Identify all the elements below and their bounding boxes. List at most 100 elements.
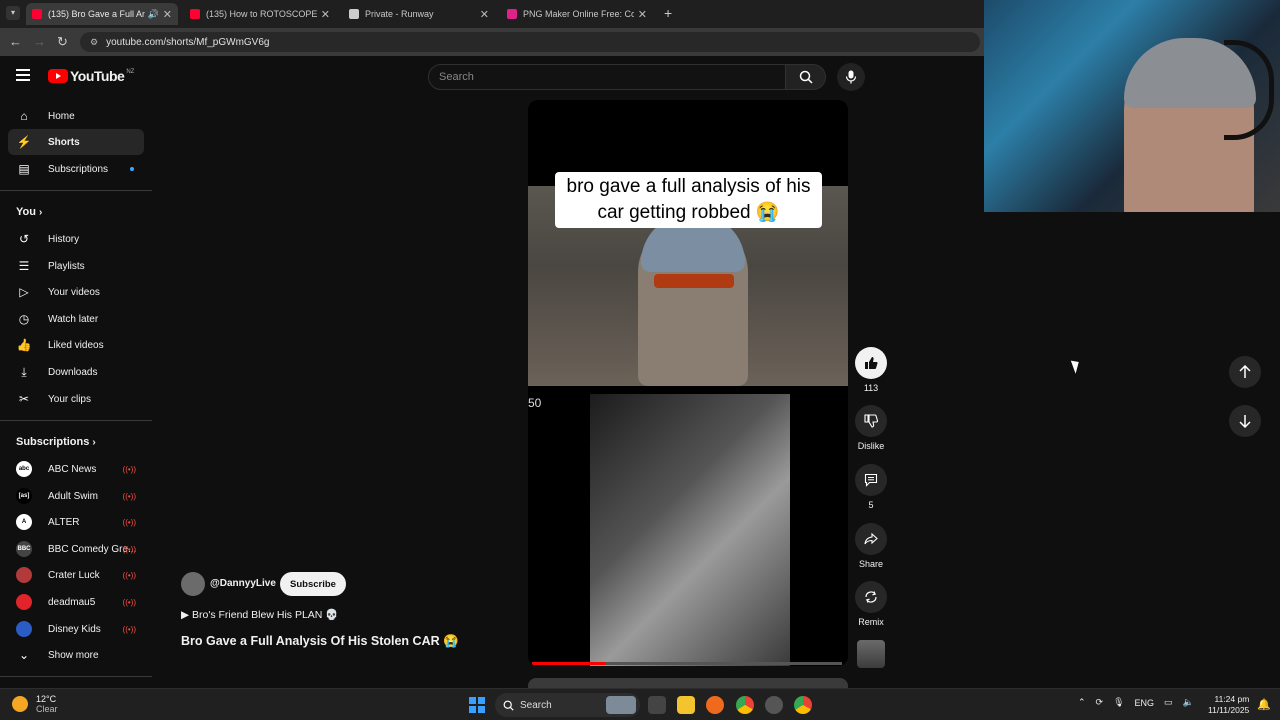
video-progress-bar[interactable] — [532, 662, 842, 665]
video-progress-fill — [532, 662, 607, 665]
close-tab-icon[interactable]: ✕ — [321, 8, 330, 21]
search-input[interactable]: Search — [428, 64, 786, 90]
app-icon[interactable] — [706, 696, 724, 714]
remix-action[interactable]: Remix — [855, 581, 887, 627]
clips-icon: ✂ — [18, 392, 30, 406]
network-icon[interactable]: ▭ — [1164, 697, 1173, 708]
clock[interactable]: 11:24 pm 11/11/2025 — [1208, 694, 1249, 716]
sidebar-item-history[interactable]: ↺ History — [8, 226, 144, 252]
arrow-down-icon — [1239, 415, 1251, 428]
language-indicator[interactable]: ENG — [1135, 698, 1155, 708]
sync-icon[interactable]: ⟳ — [1096, 697, 1104, 708]
reload-icon[interactable]: ↻ — [57, 34, 68, 50]
sunglasses-shape — [654, 274, 734, 288]
share-action[interactable]: Share — [855, 523, 887, 569]
address-bar[interactable]: ⚙ youtube.com/shorts/Mf_pGWmGV6g — [80, 32, 980, 52]
sidebar-item-label: deadmau5 — [48, 596, 96, 608]
voice-search-button[interactable] — [837, 63, 865, 91]
like-button[interactable] — [855, 347, 887, 379]
close-tab-icon[interactable]: ✕ — [638, 8, 647, 21]
weather-widget[interactable]: 12°C Clear — [12, 694, 58, 714]
previous-short-button-overlay[interactable] — [1229, 356, 1261, 388]
task-view-icon[interactable] — [648, 696, 666, 714]
taskbar-search[interactable]: Search — [495, 693, 640, 717]
subscribe-button[interactable]: Subscribe — [280, 572, 346, 596]
chrome-active-icon[interactable] — [794, 696, 812, 714]
site-info-icon[interactable]: ⚙ — [90, 37, 98, 48]
logo-text: YouTube — [70, 68, 125, 84]
youtube-logo[interactable]: YouTube NZ — [48, 68, 134, 84]
sidebar-item-label: Disney Kids — [48, 623, 101, 635]
sidebar-item-liked-videos[interactable]: 👍 Liked videos — [8, 332, 144, 358]
channel-avatar: A — [16, 514, 32, 530]
browser-tab-active[interactable]: (135) Bro Gave a Full Analy 🔊 ✕ — [26, 3, 178, 25]
live-icon: ((•)) — [122, 517, 136, 527]
sidebar-channel-abc-news[interactable]: abc ABC News ((•)) — [8, 456, 144, 482]
sidebar-channel-crater-luck[interactable]: Crater Luck ((•)) — [8, 562, 144, 588]
you-section-heading[interactable]: You › — [16, 206, 42, 218]
sidebar-item-shorts[interactable]: ⚡ Shorts — [8, 129, 144, 155]
sidebar-channel-deadmau5[interactable]: deadmau5 ((•)) — [8, 589, 144, 615]
arrow-up-icon — [1239, 365, 1251, 378]
sidebar-item-watch-later[interactable]: ◷ Watch later — [8, 306, 144, 332]
comments-button[interactable] — [855, 464, 887, 496]
short-video-player[interactable]: bro gave a full analysis of his car gett… — [528, 100, 848, 666]
channel-name[interactable]: @DannyyLive — [210, 578, 276, 589]
chevron-up-icon[interactable]: ⌃ — [1078, 697, 1086, 708]
thumbs-up-icon — [865, 357, 878, 369]
page-background — [984, 212, 1280, 688]
speaker-icon[interactable]: 🔊 — [148, 9, 159, 20]
show-more-button[interactable]: ⌄ Show more — [8, 642, 144, 668]
sidebar-item-your-clips[interactable]: ✂ Your clips — [8, 386, 144, 412]
sidebar-channel-bbc-comedy[interactable]: BBC BBC Comedy Gre... ((•)) — [8, 536, 144, 562]
browser-toolbar: ← → ↻ ⚙ youtube.com/shorts/Mf_pGWmGV6g — [0, 28, 984, 56]
windows-start-icon[interactable] — [469, 697, 485, 713]
forward-arrow-icon[interactable]: → — [33, 34, 46, 49]
like-action[interactable]: 113 — [855, 347, 887, 393]
close-tab-icon[interactable]: ✕ — [163, 8, 172, 21]
weather-moon-icon — [12, 696, 28, 712]
sidebar-item-subscriptions[interactable]: ▤ Subscriptions — [8, 156, 144, 182]
dislike-action[interactable]: Dislike — [855, 405, 887, 451]
sidebar-item-label: ABC News — [48, 463, 97, 475]
browser-tab[interactable]: (135) How to ROTOSCOPE / MA ✕ — [184, 3, 336, 25]
dislike-button[interactable] — [855, 405, 887, 437]
tab-list-button[interactable]: ▾ — [6, 6, 20, 20]
sidebar-item-playlists[interactable]: ☰ Playlists — [8, 253, 144, 279]
live-icon: ((•)) — [122, 464, 136, 474]
notifications-icon[interactable]: 🔔 — [1257, 698, 1271, 711]
obs-icon[interactable] — [765, 696, 783, 714]
playlist-link[interactable]: ▶ Bro's Friend Blew His PLAN 💀 — [181, 608, 338, 621]
volume-icon[interactable]: 🔈 — [1183, 697, 1194, 708]
hamburger-menu-icon[interactable] — [16, 69, 30, 81]
back-arrow-icon[interactable]: ← — [9, 34, 22, 49]
live-icon: ((•)) — [122, 570, 136, 580]
new-tab-icon[interactable]: + — [664, 5, 672, 21]
sidebar-channel-disney-kids[interactable]: Disney Kids ((•)) — [8, 616, 144, 642]
remix-button[interactable] — [855, 581, 887, 613]
sidebar-channel-adult-swim[interactable]: [as] Adult Swim ((•)) — [8, 483, 144, 509]
subscriptions-icon: ▤ — [18, 162, 30, 176]
browser-tab[interactable]: Private - Runway ✕ — [343, 3, 495, 25]
search-highlight-icon — [606, 696, 636, 714]
sidebar-channel-alter[interactable]: A ALTER ((•)) — [8, 509, 144, 535]
subscriptions-section-heading[interactable]: Subscriptions › — [16, 436, 96, 448]
channel-avatar[interactable] — [181, 572, 205, 596]
next-short-button-overlay[interactable] — [1229, 405, 1261, 437]
runway-favicon-icon — [349, 9, 359, 19]
search-button[interactable] — [786, 64, 826, 90]
tab-title: PNG Maker Online Free: Conve — [523, 9, 634, 19]
chrome-icon[interactable] — [736, 696, 754, 714]
close-tab-icon[interactable]: ✕ — [480, 8, 489, 21]
file-explorer-icon[interactable] — [677, 696, 695, 714]
share-button[interactable] — [855, 523, 887, 555]
browser-tab[interactable]: PNG Maker Online Free: Conve ✕ — [501, 3, 653, 25]
sidebar-item-home[interactable]: ⌂ Home — [8, 103, 144, 129]
microphone-icon[interactable]: 🎙 — [1113, 697, 1124, 708]
sidebar-item-downloads[interactable]: ⤓ Downloads — [8, 359, 144, 385]
sound-thumbnail[interactable] — [857, 640, 885, 668]
time: 11:24 pm — [1214, 694, 1250, 704]
sidebar-item-your-videos[interactable]: ▷ Your videos — [8, 279, 144, 305]
youtube-page: YouTube NZ Search ⌂ Home ⚡ Shorts ▤ Subs… — [0, 56, 1261, 690]
comments-action[interactable]: 5 — [855, 464, 887, 510]
